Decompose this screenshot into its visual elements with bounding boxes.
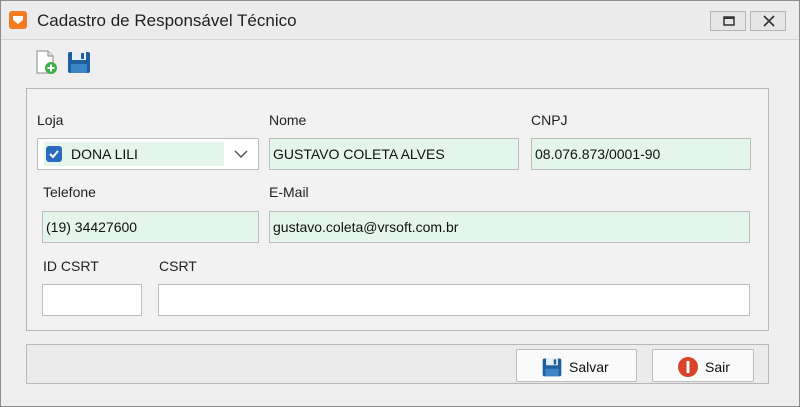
close-button[interactable] [750,11,786,31]
floppy-disk-icon [68,52,90,73]
id-csrt-field[interactable] [42,284,142,316]
app-icon [9,11,27,29]
nome-label: Nome [269,112,307,128]
cnpj-label: CNPJ [531,112,568,128]
salvar-label: Salvar [569,359,609,375]
loja-label: Loja [37,112,64,128]
sair-label: Sair [705,359,730,375]
csrt-label: CSRT [159,258,197,274]
new-record-button[interactable] [33,49,59,75]
email-field[interactable]: gustavo.coleta@vrsoft.com.br [269,211,750,243]
close-icon [763,15,775,27]
nome-field[interactable]: GUSTAVO COLETA ALVES [269,138,519,170]
new-document-icon [36,50,57,74]
restore-button[interactable] [710,11,746,31]
dialog-window: Cadastro de Responsável Técnico Loja DON… [0,0,800,407]
cnpj-field[interactable]: 08.076.873/0001-90 [531,138,751,170]
checkmark-icon [49,150,59,159]
title-bar: Cadastro de Responsável Técnico [1,1,799,40]
email-label: E-Mail [269,184,309,200]
telefone-field[interactable]: (19) 34427600 [42,211,259,243]
loja-select[interactable]: DONA LILI [37,138,259,170]
floppy-disk-icon [542,358,562,377]
exit-icon [678,357,698,377]
loja-value: DONA LILI [71,146,138,162]
sair-button[interactable]: Sair [652,349,754,382]
salvar-button[interactable]: Salvar [516,349,637,382]
chevron-down-icon[interactable] [234,149,248,159]
id-csrt-label: ID CSRT [43,258,99,274]
window-title: Cadastro de Responsável Técnico [37,11,297,30]
csrt-field[interactable] [158,284,750,316]
restore-icon [723,16,735,26]
telefone-label: Telefone [43,184,96,200]
loja-checkbox[interactable] [46,146,62,162]
save-toolbar-button[interactable] [66,49,92,75]
